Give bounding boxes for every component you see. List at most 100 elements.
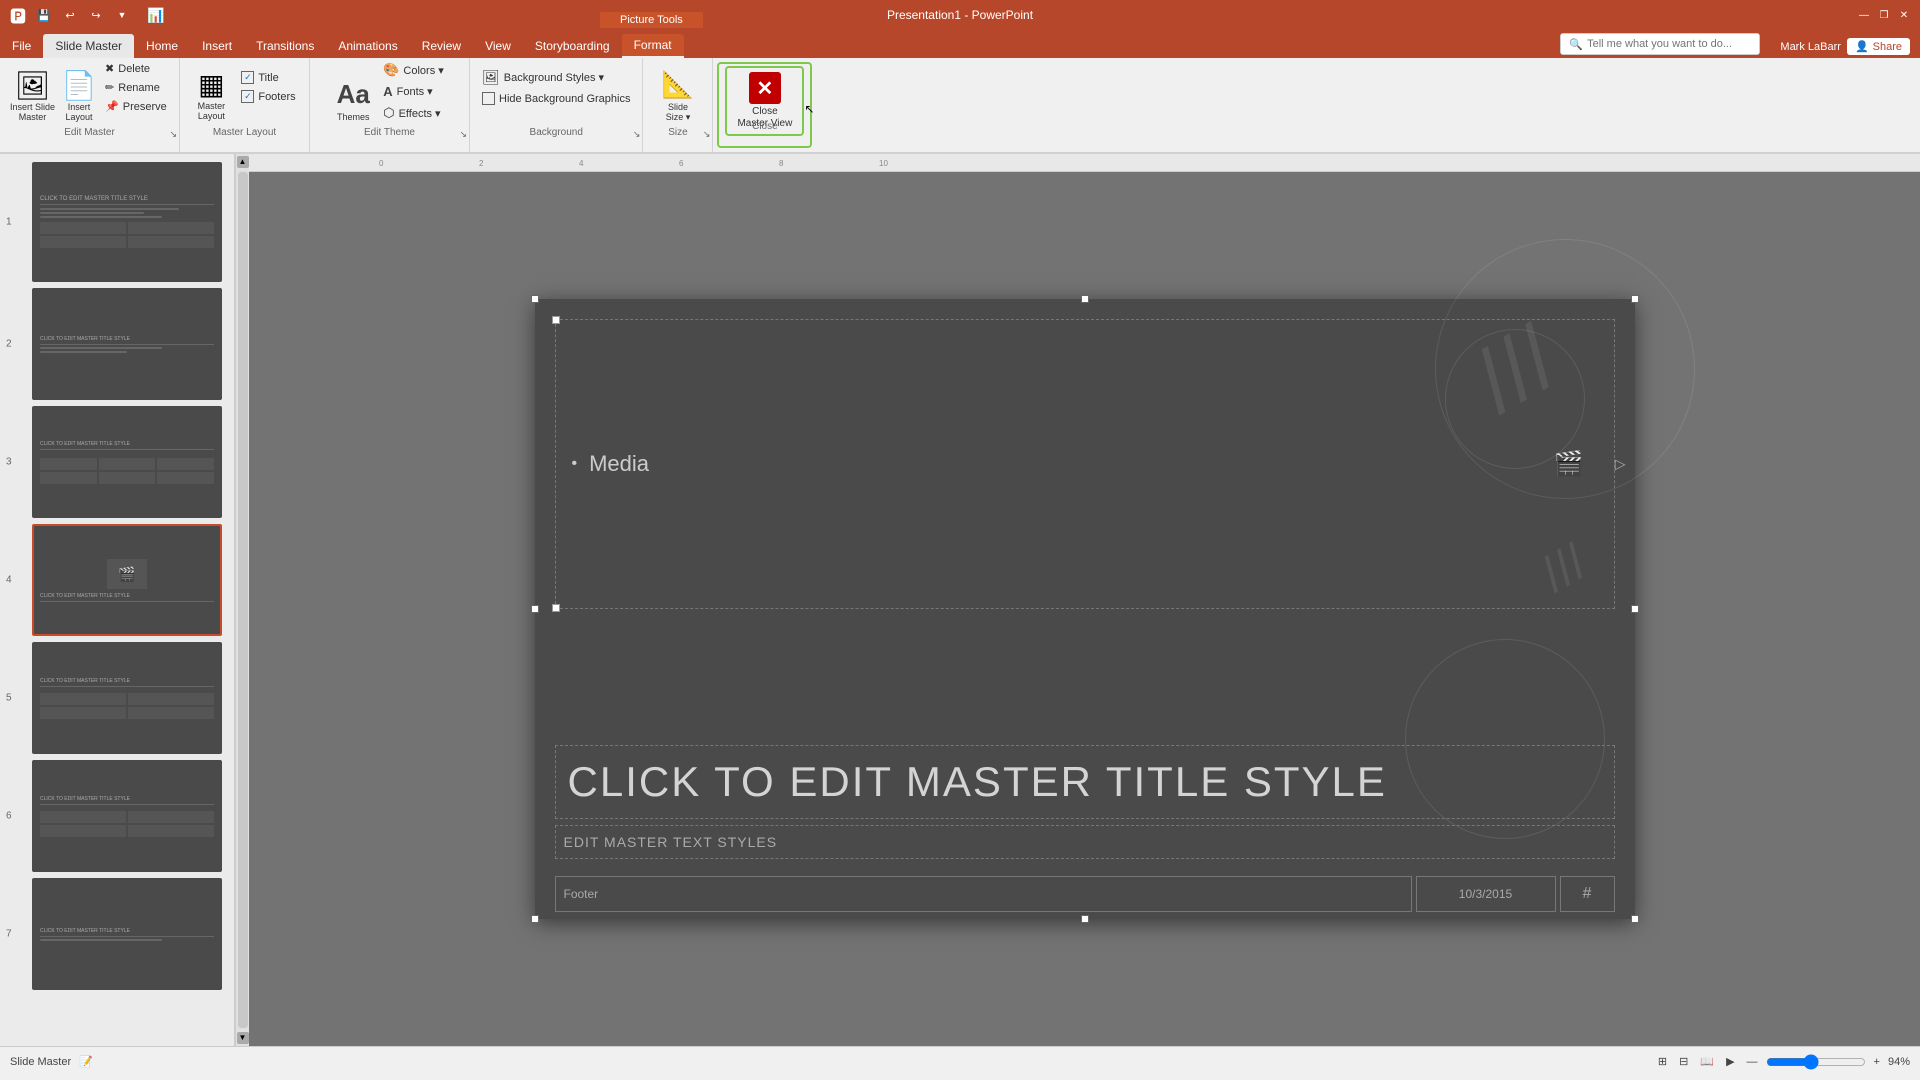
minimize-btn[interactable]: — <box>1856 7 1872 23</box>
zoom-slider[interactable] <box>1766 1054 1866 1070</box>
edit-theme-expand[interactable]: ↘ <box>459 129 467 140</box>
master-title[interactable]: CLICK TO EDIT MASTER TITLE STYLE <box>555 745 1615 819</box>
preserve-label: Preserve <box>123 101 167 113</box>
effects-btn[interactable]: ⬡ Effects ▾ <box>379 103 448 123</box>
fonts-btn[interactable]: A Fonts ▾ <box>379 82 448 101</box>
slide-thumb-6[interactable]: CLICK TO EDIT MASTER TITLE STYLE <box>32 760 222 872</box>
tab-transitions[interactable]: Transitions <box>244 34 326 58</box>
presentation-icon: 📊 <box>146 5 166 25</box>
undo-quick-btn[interactable]: ↩ <box>60 5 80 25</box>
delete-label: Delete <box>118 63 150 75</box>
rename-btn[interactable]: ✏ Rename <box>101 79 171 96</box>
rename-label: Rename <box>118 82 160 94</box>
tab-view[interactable]: View <box>473 34 523 58</box>
tab-format[interactable]: Format <box>622 34 684 58</box>
slide-panel-scrollbar[interactable]: ▲ ▼ <box>235 154 249 1046</box>
thumb-7-content: CLICK TO EDIT MASTER TITLE STYLE <box>34 880 220 988</box>
share-button[interactable]: 👤 Share <box>1847 38 1910 55</box>
zoom-level[interactable]: 94% <box>1888 1056 1910 1068</box>
redo-quick-btn[interactable]: ↪ <box>86 5 106 25</box>
slide-num-4: 4 <box>6 575 12 586</box>
preserve-btn[interactable]: 📌 Preserve <box>101 98 171 115</box>
edit-master-expand[interactable]: ↘ <box>169 129 177 140</box>
tab-animations[interactable]: Animations <box>326 34 409 58</box>
thumb-2-lines <box>40 347 214 353</box>
slide-bottom-section: CLICK TO EDIT MASTER TITLE STYLE EDIT MA… <box>555 745 1615 859</box>
scroll-thumb[interactable] <box>238 172 248 1028</box>
title-checkbox-row[interactable]: ✓ Title <box>237 69 299 86</box>
size-expand[interactable]: ↘ <box>703 129 711 140</box>
close-btn[interactable]: ✕ <box>1896 7 1912 23</box>
effects-label: Effects ▾ <box>399 107 441 120</box>
hide-background-row[interactable]: Hide Background Graphics <box>478 90 634 107</box>
zoom-in-btn[interactable]: + <box>1874 1056 1880 1068</box>
handle-tr[interactable] <box>1631 295 1639 303</box>
slide-size-label: SlideSize ▾ <box>666 102 691 123</box>
section-handle-tl[interactable] <box>552 316 560 324</box>
cursor-arrow: ↖ <box>804 102 816 114</box>
title-checkbox[interactable]: ✓ <box>241 71 254 84</box>
slide-thumb-3[interactable]: CLICK TO EDIT MASTER TITLE STYLE <box>32 406 222 518</box>
tab-storyboarding[interactable]: Storyboarding <box>523 34 622 58</box>
notes-icon[interactable]: 📝 <box>79 1055 93 1068</box>
hide-background-checkbox[interactable] <box>482 92 495 105</box>
handle-tc[interactable] <box>1081 295 1089 303</box>
tab-file[interactable]: File <box>0 34 43 58</box>
insert-layout-btn[interactable]: 📄 InsertLayout <box>59 70 99 124</box>
tab-home[interactable]: Home <box>134 34 190 58</box>
slide-size-btn[interactable]: 📐 SlideSize ▾ <box>656 67 700 125</box>
slide-thumb-5[interactable]: CLICK TO EDIT MASTER TITLE STYLE <box>32 642 222 754</box>
slide-thumb-4[interactable]: 🎬 CLICK TO EDIT MASTER TITLE STYLE <box>32 524 222 636</box>
tab-insert[interactable]: Insert <box>190 34 244 58</box>
slideshow-btn[interactable]: ▶ <box>1722 1053 1738 1070</box>
insert-slide-master-btn[interactable]: 🖼 Insert SlideMaster <box>8 70 57 124</box>
footer-box[interactable]: Footer <box>555 876 1412 912</box>
search-bar[interactable]: 🔍 <box>1560 33 1760 55</box>
delete-btn[interactable]: ✖ Delete <box>101 60 171 77</box>
handle-ml[interactable] <box>531 605 539 613</box>
normal-view-btn[interactable]: ⊞ <box>1654 1053 1671 1070</box>
save-quick-btn[interactable]: 💾 <box>34 5 54 25</box>
slide-thumb-2[interactable]: CLICK TO EDIT MASTER TITLE STYLE <box>32 288 222 400</box>
master-text[interactable]: EDIT MASTER TEXT STYLES <box>555 825 1615 859</box>
background-styles-btn[interactable]: 🖼 Background Styles ▾ <box>478 67 634 88</box>
tab-slide-master[interactable]: Slide Master <box>43 34 134 58</box>
slide-thumb-wrapper-7: 7 CLICK TO EDIT MASTER TITLE STYLE <box>24 878 230 990</box>
customize-quick-btn[interactable]: ▼ <box>112 5 132 25</box>
slide-canvas[interactable]: /// /// ▷ • Media <box>535 299 1635 919</box>
scroll-down[interactable]: ▼ <box>237 1032 249 1044</box>
slide-thumb-wrapper-5: 5 CLICK TO EDIT MASTER TITLE STYLE <box>24 642 230 754</box>
footers-checkbox[interactable]: ✓ <box>241 90 254 103</box>
background-expand[interactable]: ↘ <box>633 129 641 140</box>
restore-btn[interactable]: ❐ <box>1876 7 1892 23</box>
rename-icon: ✏ <box>105 81 114 94</box>
search-input[interactable] <box>1587 38 1751 50</box>
section-handle-bl[interactable] <box>552 604 560 612</box>
slide-num-2: 2 <box>6 339 12 350</box>
slide-top-section[interactable]: ▷ • Media 🎬 <box>555 319 1615 609</box>
reading-view-btn[interactable]: 📖 <box>1696 1053 1718 1070</box>
slide-sorter-btn[interactable]: ⊟ <box>1675 1053 1692 1070</box>
footer-date[interactable]: 10/3/2015 <box>1416 876 1556 912</box>
scroll-up[interactable]: ▲ <box>237 156 249 168</box>
handle-bl[interactable] <box>531 915 539 923</box>
handle-tl[interactable] <box>531 295 539 303</box>
themes-btn[interactable]: Aa Themes <box>331 77 375 124</box>
handle-br[interactable] <box>1631 915 1639 923</box>
footers-checkbox-row[interactable]: ✓ Footers <box>237 88 299 105</box>
thumb-6-grid <box>40 811 214 837</box>
handle-mr[interactable] <box>1631 605 1639 613</box>
footer-page[interactable]: # <box>1560 876 1615 912</box>
master-layout-btn[interactable]: ▦ MasterLayout <box>189 69 233 123</box>
picture-tools-label: Picture Tools <box>600 12 703 28</box>
tab-review[interactable]: Review <box>410 34 473 58</box>
slide-thumb-7[interactable]: CLICK TO EDIT MASTER TITLE STYLE <box>32 878 222 990</box>
effects-icon: ⬡ <box>383 105 394 121</box>
colors-btn[interactable]: 🎨 Colors ▾ <box>379 60 448 80</box>
zoom-out-btn[interactable]: — <box>1747 1056 1758 1068</box>
slide-thumb-wrapper-6: 6 CLICK TO EDIT MASTER TITLE STYLE <box>24 760 230 872</box>
hide-background-label: Hide Background Graphics <box>499 93 630 105</box>
slide-thumb-1[interactable]: CLICK TO EDIT MASTER TITLE STYLE <box>32 162 222 282</box>
background-styles-icon: 🖼 <box>482 69 500 86</box>
slide-num-7: 7 <box>6 929 12 940</box>
